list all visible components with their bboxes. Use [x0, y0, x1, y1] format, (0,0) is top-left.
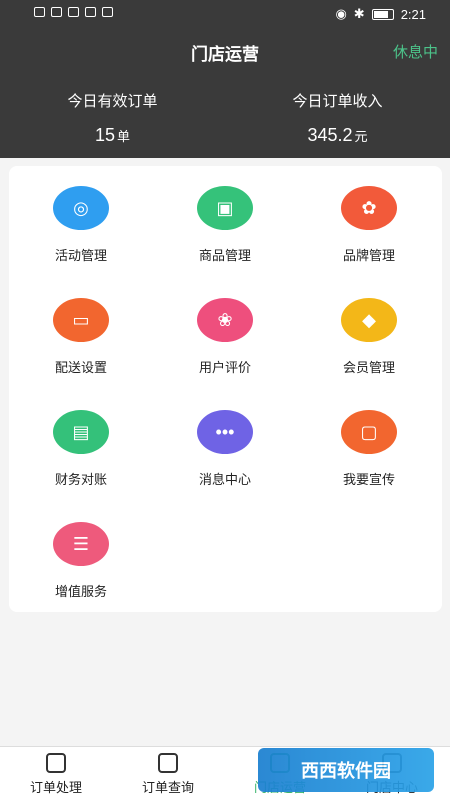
flower-icon: ❀: [197, 298, 253, 342]
feature-grid: ◎ 活动管理 ▣ 商品管理 ✿ 品牌管理 ▭ 配送设置 ❀ 用户评价 ◆ 会员管…: [9, 166, 442, 612]
truck-icon: ▭: [53, 298, 109, 342]
status-icons-left: [34, 7, 113, 17]
tile-label: 活动管理: [54, 248, 107, 263]
bluetooth-icon: ✱: [353, 6, 365, 21]
status-bar: ◉ ✱ 2:21: [0, 0, 450, 28]
tile-brand[interactable]: ✿ 品牌管理: [297, 166, 441, 278]
tile-label: 品牌管理: [342, 248, 395, 263]
tile-label: 用户评价: [198, 360, 251, 375]
wifi-icon: [68, 7, 79, 17]
tile-label: 商品管理: [198, 248, 251, 263]
tab-label: 订单处理: [29, 780, 82, 795]
notification-icon: [85, 7, 96, 17]
diamond-icon: ◆: [341, 298, 397, 342]
order-query-icon: [158, 753, 178, 773]
tab-order-query[interactable]: 订单查询: [112, 753, 224, 796]
stat-number: 345.2: [307, 125, 353, 145]
billboard-icon: ▢: [341, 410, 397, 454]
clock-time: 2:21: [400, 6, 426, 22]
eye-icon: ◉: [335, 6, 347, 21]
ribbon-icon: ✿: [341, 186, 397, 230]
order-processing-icon: [46, 753, 66, 773]
tile-activity[interactable]: ◎ 活动管理: [9, 166, 153, 278]
tile-label: 消息中心: [198, 472, 251, 487]
tile-label: 会员管理: [342, 360, 395, 375]
page-title: 门店运营: [191, 45, 259, 64]
tile-promotion[interactable]: ▢ 我要宣传: [297, 390, 441, 502]
status-icons-right: ◉ ✱ 2:21: [335, 6, 426, 22]
stat-valid-orders: 今日有效订单 15 单: [0, 90, 225, 146]
tile-finance[interactable]: ▤ 财务对账: [9, 390, 153, 502]
tile-label: 财务对账: [54, 472, 107, 487]
stat-number: 15: [94, 125, 115, 145]
stat-label: 今日有效订单: [67, 93, 158, 110]
message-icon: [102, 7, 113, 17]
activity-icon: ◎: [53, 186, 109, 230]
tile-members[interactable]: ◆ 会员管理: [297, 278, 441, 390]
tile-delivery[interactable]: ▭ 配送设置: [9, 278, 153, 390]
tile-reviews[interactable]: ❀ 用户评价: [153, 278, 297, 390]
tile-messages[interactable]: ••• 消息中心: [153, 390, 297, 502]
wallet-icon: ▤: [53, 410, 109, 454]
coin-icon: ☰: [53, 522, 109, 566]
signal-icon: [51, 7, 62, 17]
stat-value: 345.2 元: [225, 125, 450, 146]
stat-order-income: 今日订单收入 345.2 元: [225, 90, 450, 146]
store-status-toggle[interactable]: 休息中: [393, 41, 438, 62]
tab-order-processing[interactable]: 订单处理: [0, 753, 112, 796]
hd-icon: [34, 7, 45, 17]
tab-label: 订单查询: [141, 780, 194, 795]
chat-icon: •••: [197, 410, 253, 454]
tile-label: 配送设置: [54, 360, 107, 375]
stat-unit: 元: [354, 129, 368, 144]
gift-icon: ▣: [197, 186, 253, 230]
tile-label: 我要宣传: [342, 472, 395, 487]
tile-label: 增值服务: [54, 584, 107, 599]
stat-value: 15 单: [0, 125, 225, 146]
battery-icon: [371, 8, 394, 20]
tile-value-added[interactable]: ☰ 增值服务: [9, 502, 153, 614]
stat-unit: 单: [117, 129, 131, 144]
tile-products[interactable]: ▣ 商品管理: [153, 166, 297, 278]
store-header: 门店运营 休息中 今日有效订单 15 单 今日订单收入 345.2 元: [0, 28, 450, 158]
site-watermark: 西西软件园: [258, 748, 434, 792]
stat-label: 今日订单收入: [292, 93, 383, 110]
